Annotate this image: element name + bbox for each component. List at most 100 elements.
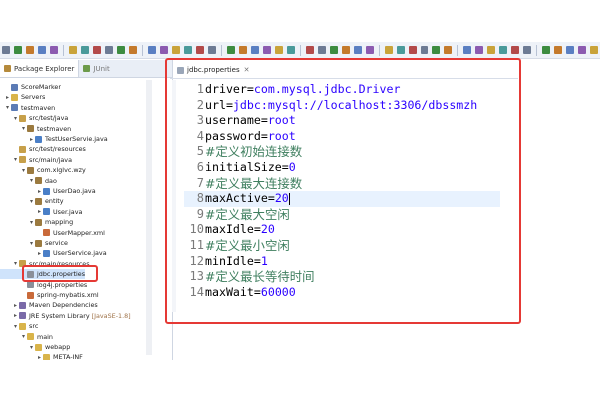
chevron-down-icon[interactable]: ▾ <box>20 333 27 340</box>
chevron-down-icon[interactable]: ▾ <box>28 177 35 184</box>
source-folder-icon <box>19 145 26 153</box>
toolbar-button-icon[interactable] <box>104 46 113 54</box>
tree-item[interactable]: ▾ testmaven <box>0 103 55 113</box>
toolbar-button-icon[interactable] <box>2 46 10 54</box>
tree-item[interactable]: ▾ service <box>0 238 68 248</box>
chevron-right-icon[interactable]: ▸ <box>28 136 35 143</box>
tree-item[interactable]: spring-mybatis.xml <box>0 290 99 300</box>
toolbar-button-icon[interactable] <box>590 46 599 54</box>
toolbar-button-icon[interactable] <box>353 46 362 54</box>
toolbar-button-icon[interactable] <box>274 46 283 54</box>
toolbar-button-icon[interactable] <box>25 46 34 54</box>
toolbar-button-icon[interactable] <box>305 46 314 54</box>
toolbar-button-icon[interactable] <box>329 46 338 54</box>
toolbar-button-icon[interactable] <box>432 46 441 54</box>
tree-item[interactable]: ▸ UserDao.java <box>0 186 96 196</box>
tree-item[interactable]: ▾ dao <box>0 176 57 186</box>
tree-item[interactable]: ▸ UserService.java <box>0 248 107 258</box>
toolbar-button-icon[interactable] <box>207 46 216 54</box>
chevron-down-icon[interactable]: ▾ <box>20 125 27 132</box>
toolbar-button-icon[interactable] <box>80 46 89 54</box>
tab-junit[interactable]: JUnit <box>79 60 113 77</box>
toolbar-button-icon[interactable] <box>226 46 235 54</box>
toolbar-button-icon[interactable] <box>37 46 46 54</box>
tree-item[interactable]: ▾ testmaven <box>0 124 71 134</box>
toolbar-button-icon[interactable] <box>578 46 587 54</box>
tree-item[interactable]: ▾ mapping <box>0 217 73 227</box>
chevron-down-icon[interactable]: ▾ <box>12 156 19 163</box>
chevron-right-icon[interactable]: ▸ <box>36 354 43 360</box>
toolbar-button-icon[interactable] <box>183 46 192 54</box>
toolbar-separator <box>62 44 64 56</box>
chevron-down-icon[interactable]: ▾ <box>28 240 35 247</box>
toolbar-button-icon[interactable] <box>511 46 520 54</box>
chevron-down-icon[interactable]: ▾ <box>12 323 19 330</box>
toolbar-button-icon[interactable] <box>408 46 417 54</box>
toolbar-button-icon[interactable] <box>566 46 575 54</box>
tree-item[interactable]: ▾ src/main/java <box>0 155 72 165</box>
toolbar-button-icon[interactable] <box>317 46 326 54</box>
chevron-right-icon[interactable]: ▸ <box>4 94 11 101</box>
chevron-down-icon[interactable]: ▾ <box>28 219 35 226</box>
package-icon <box>35 177 42 185</box>
toolbar-button-icon[interactable] <box>13 46 22 54</box>
toolbar-button-icon[interactable] <box>68 46 77 54</box>
toolbar-button-icon[interactable] <box>286 46 295 54</box>
chevron-down-icon[interactable]: ▾ <box>12 115 19 122</box>
toolbar-button-icon[interactable] <box>542 46 551 54</box>
toolbar-button-icon[interactable] <box>195 46 204 54</box>
tree-item[interactable]: ScoreMarker <box>0 82 61 92</box>
toolbar-button-icon[interactable] <box>92 46 101 54</box>
explorer-scrollbar[interactable] <box>146 80 152 355</box>
tree-item[interactable]: ▸ Maven Dependencies <box>0 300 98 310</box>
toolbar-button-icon[interactable] <box>128 46 137 54</box>
tree-item[interactable]: src/test/resources <box>0 144 86 154</box>
toolbar-button-icon[interactable] <box>487 46 496 54</box>
toolbar-button-icon[interactable] <box>475 46 484 54</box>
chevron-down-icon[interactable]: ▾ <box>4 104 11 111</box>
tree-item[interactable]: ▸ TestUserServie.java <box>0 134 108 144</box>
tree-item[interactable]: UserMapper.xml <box>0 228 105 238</box>
tree-item[interactable]: ▾ main <box>0 332 53 342</box>
tab-package-explorer[interactable]: Package Explorer <box>0 60 80 77</box>
tree-item[interactable]: ▾ src/test/java <box>0 113 68 123</box>
chevron-right-icon[interactable]: ▸ <box>36 250 43 257</box>
toolbar-button-icon[interactable] <box>250 46 259 54</box>
chevron-right-icon[interactable]: ▸ <box>12 312 19 319</box>
tree-item-label: src <box>29 322 39 331</box>
chevron-down-icon[interactable]: ▾ <box>28 198 35 205</box>
chevron-down-icon[interactable]: ▾ <box>20 167 27 174</box>
toolbar-button-icon[interactable] <box>384 46 393 54</box>
toolbar-button-icon[interactable] <box>238 46 247 54</box>
tree-item[interactable]: ▾ entity <box>0 196 64 206</box>
toolbar-button-icon[interactable] <box>396 46 405 54</box>
chevron-right-icon[interactable]: ▸ <box>12 302 19 309</box>
tree-item[interactable]: ▸ Servers <box>0 92 45 102</box>
source-folder-icon <box>19 114 26 122</box>
tree-item[interactable]: ▾ com.xlglvc.wzy <box>0 165 86 175</box>
toolbar-button-icon[interactable] <box>463 46 472 54</box>
tree-item[interactable]: ▾ webapp <box>0 342 70 352</box>
toolbar-button-icon[interactable] <box>147 46 156 54</box>
toolbar-button-icon[interactable] <box>365 46 374 54</box>
toolbar-button-icon[interactable] <box>171 46 180 54</box>
toolbar-button-icon[interactable] <box>420 46 429 54</box>
toolbar-button-icon[interactable] <box>554 46 563 54</box>
toolbar-button-icon[interactable] <box>523 46 532 54</box>
chevron-right-icon[interactable]: ▸ <box>36 188 43 195</box>
chevron-down-icon[interactable]: ▾ <box>28 344 35 351</box>
toolbar-button-icon[interactable] <box>49 46 58 54</box>
toolbar-button-icon[interactable] <box>159 46 168 54</box>
tree-item[interactable]: ▸ User.java <box>0 207 82 217</box>
toolbar-button-icon[interactable] <box>116 46 125 54</box>
tree-item[interactable]: ▸ JRE System Library [JavaSE-1.8] <box>0 311 131 321</box>
toolbar-button-icon[interactable] <box>499 46 508 54</box>
tree-item[interactable]: ▸ META-INF <box>0 352 83 360</box>
toolbar-button-icon[interactable] <box>444 46 453 54</box>
toolbar-button-icon[interactable] <box>262 46 271 54</box>
toolbar-button-icon[interactable] <box>341 46 350 54</box>
library-icon <box>19 312 26 320</box>
chevron-down-icon[interactable]: ▾ <box>12 260 19 267</box>
chevron-right-icon[interactable]: ▸ <box>36 208 43 215</box>
tree-item[interactable]: ▾ src <box>0 321 38 331</box>
